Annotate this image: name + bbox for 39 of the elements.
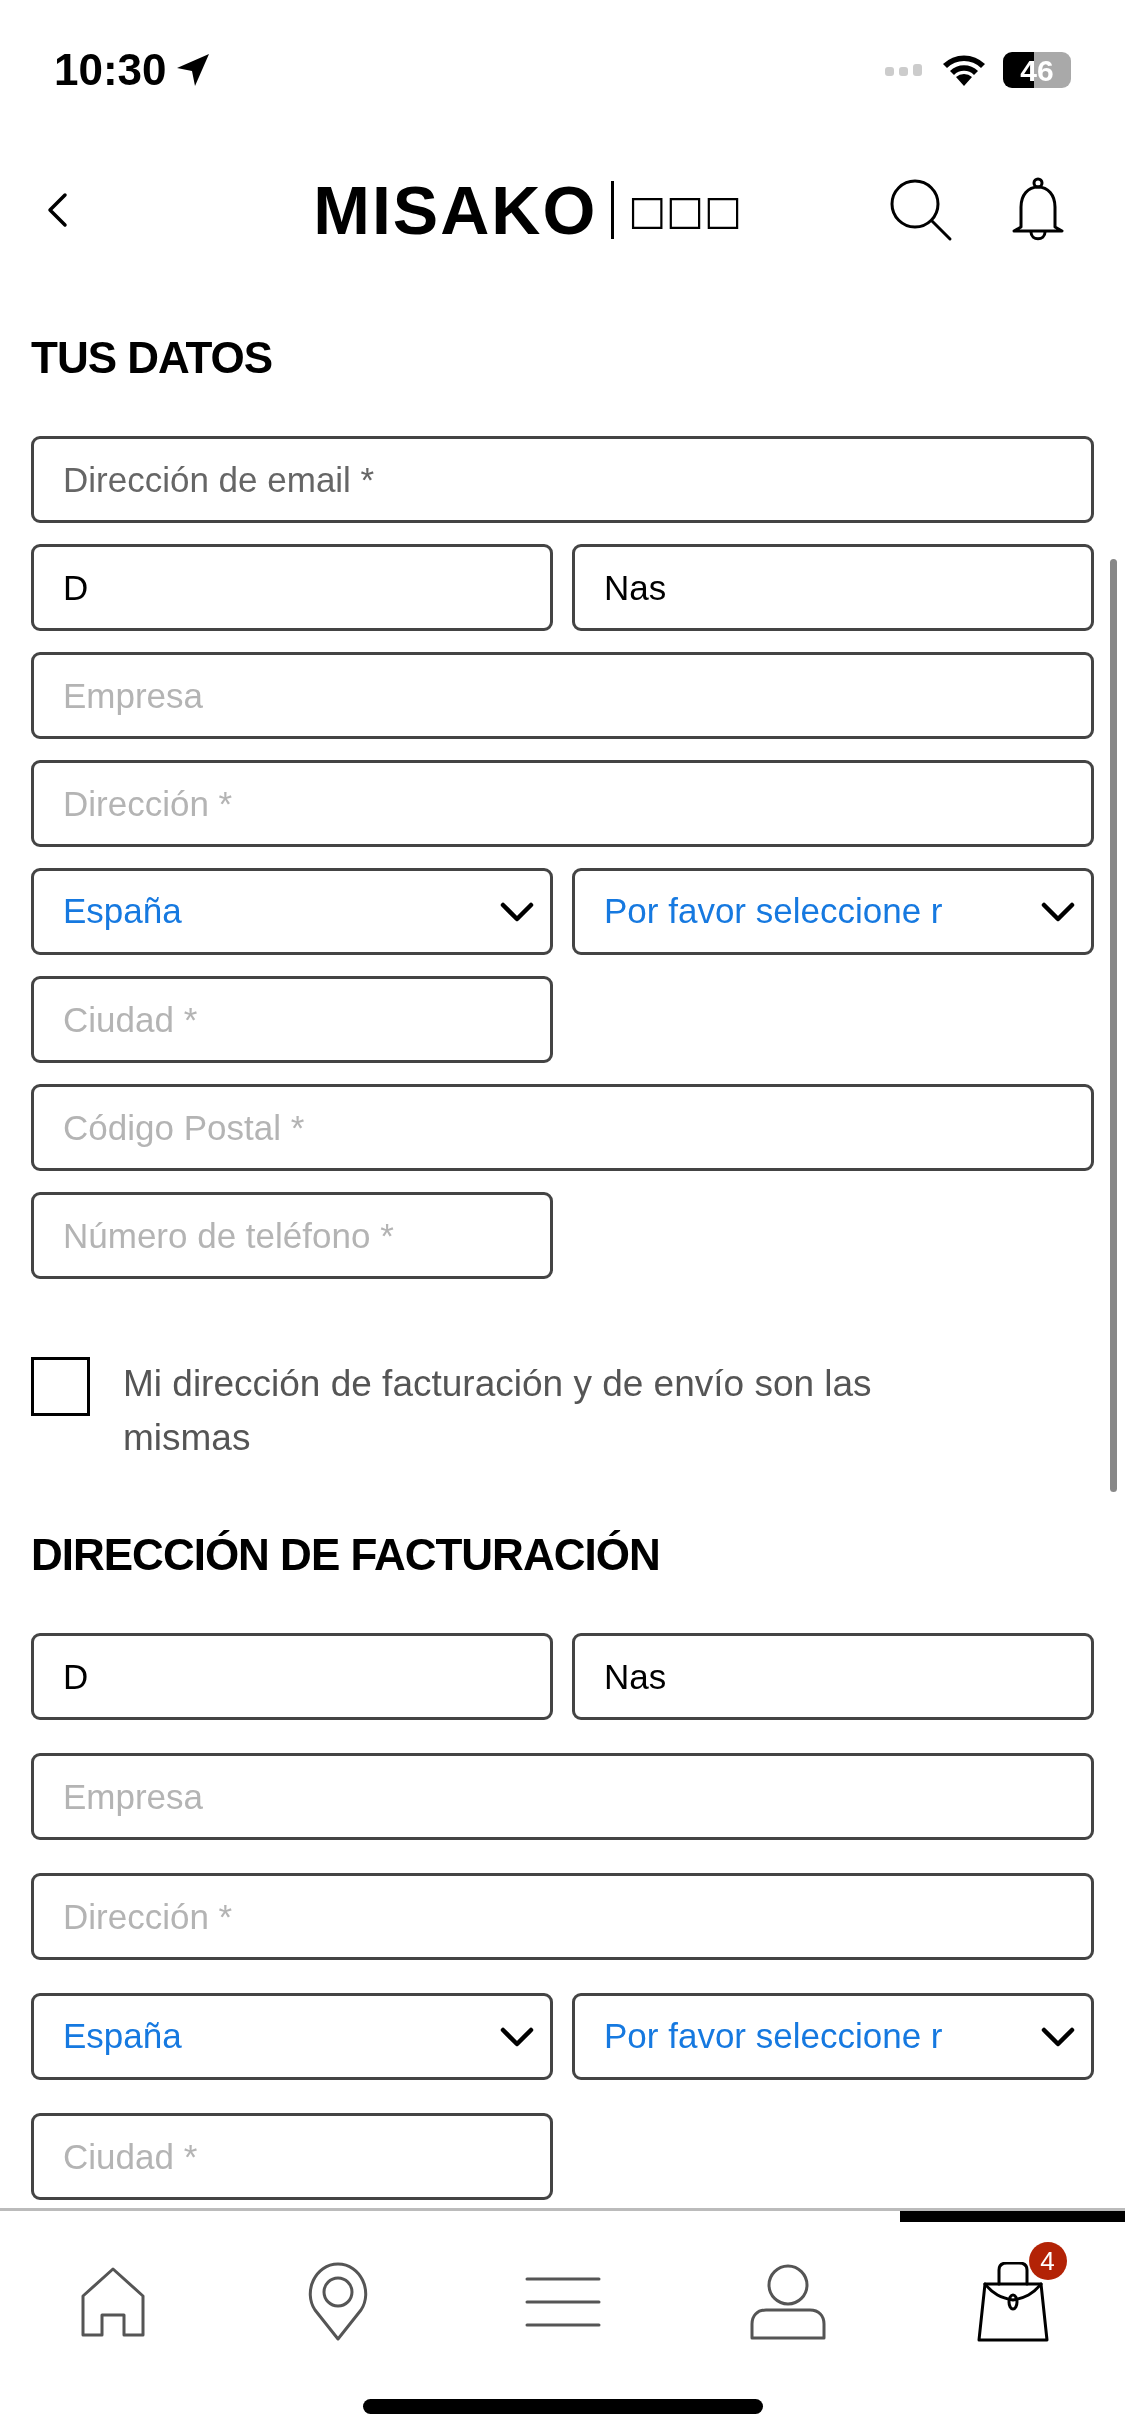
section-heading: DIRECCIÓN DE FACTURACIÓN (31, 1529, 661, 1581)
status-time: 10:30 (54, 44, 167, 96)
input-field[interactable]: Ciudad * (31, 2113, 553, 2200)
input-field[interactable]: Dirección * (31, 1873, 1094, 1960)
input-field[interactable]: Ciudad * (31, 976, 553, 1063)
search-icon (889, 178, 953, 242)
brand-logo-suffix: □□□ (628, 190, 742, 230)
section-heading: TUS DATOS (31, 332, 274, 384)
home-icon (79, 2265, 146, 2338)
dropdown[interactable]: Por favor seleccione r (572, 1993, 1094, 2080)
chevron-down-icon (1041, 900, 1075, 923)
input-field[interactable]: Número de teléfono * (31, 1192, 553, 1279)
person-icon (749, 2263, 826, 2340)
input-field[interactable]: D (31, 1633, 553, 1720)
input-field[interactable]: Empresa (31, 1753, 1094, 1840)
checkbox[interactable] (31, 1357, 90, 1416)
bell-icon (1011, 177, 1065, 243)
brand-logo: MISAKO (313, 176, 598, 244)
input-field[interactable]: Dirección de email * (31, 436, 1094, 523)
tab-bar-item[interactable]: 4 (900, 2211, 1125, 2381)
chevron-left-icon (46, 192, 68, 228)
input-field[interactable]: Código Postal * (31, 1084, 1094, 1171)
wifi-icon (941, 53, 987, 87)
chevron-down-icon (1041, 2025, 1075, 2048)
chevron-down-icon (500, 900, 534, 923)
cellular-signal-icon (885, 62, 925, 78)
dropdown[interactable]: Por favor seleccione r (572, 868, 1094, 955)
location-pin-icon (306, 2261, 369, 2342)
input-field[interactable]: Dirección * (31, 760, 1094, 847)
input-field[interactable]: Nas (572, 1633, 1094, 1720)
input-field[interactable]: D (31, 544, 553, 631)
input-field[interactable]: Empresa (31, 652, 1094, 739)
cart-count-badge: 4 (1028, 2242, 1067, 2280)
input-field[interactable]: Nas (572, 544, 1094, 631)
dropdown[interactable]: España (31, 1993, 553, 2080)
menu-icon (524, 2275, 601, 2328)
checkbox-label: Mi dirección de facturación y de envío son las mismas (123, 1362, 873, 1460)
dropdown[interactable]: España (31, 868, 553, 955)
chevron-down-icon (500, 2025, 534, 2048)
